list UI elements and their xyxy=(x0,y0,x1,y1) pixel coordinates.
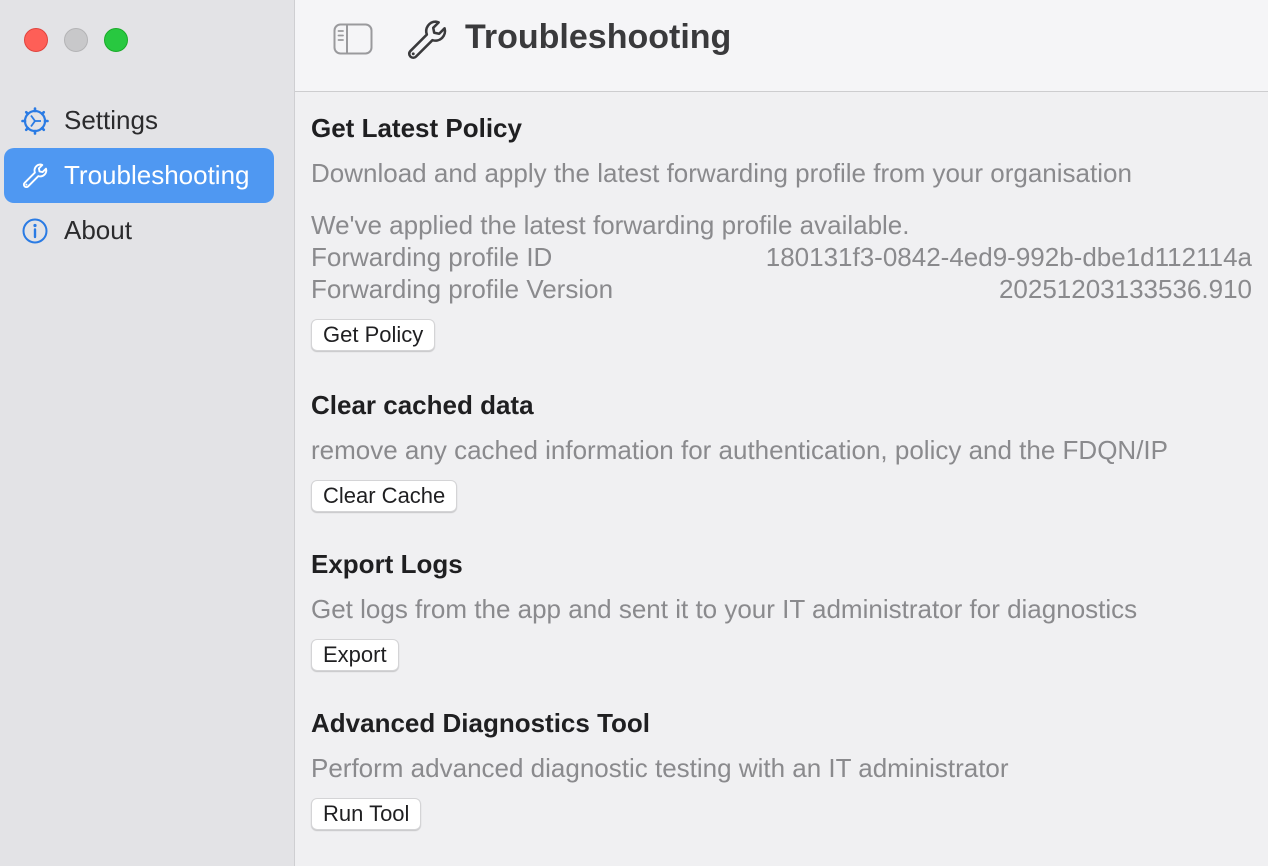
profile-version-value: 20251203133536.910 xyxy=(998,274,1252,304)
maximize-window-button[interactable] xyxy=(104,28,128,52)
wrench-icon xyxy=(403,16,451,64)
minimize-window-button[interactable] xyxy=(64,28,88,52)
main-panel: Troubleshooting Get Latest Policy Downlo… xyxy=(295,0,1268,866)
wrench-icon xyxy=(20,161,50,191)
sidebar-toggle-button[interactable] xyxy=(333,22,373,56)
section-description: Perform advanced diagnostic testing with… xyxy=(311,753,1009,783)
sidebar-item-settings[interactable]: Settings xyxy=(4,93,274,148)
window-controls xyxy=(24,28,128,52)
profile-id-row: Forwarding profile ID 180131f3-0842-4ed9… xyxy=(311,241,1252,273)
profile-id-value: 180131f3-0842-4ed9-992b-dbe1d112114a xyxy=(765,242,1252,272)
section-description: Get logs from the app and sent it to you… xyxy=(311,594,1138,624)
toolbar: Troubleshooting xyxy=(295,0,1268,92)
sidebar-item-label: Troubleshooting xyxy=(64,160,250,190)
diagnostics-section: Advanced Diagnostics Tool Perform advanc… xyxy=(311,707,1252,830)
export-logs-button[interactable]: Export xyxy=(311,639,399,671)
sidebar-toggle-icon xyxy=(333,23,373,55)
clear-cache-button[interactable]: Clear Cache xyxy=(311,480,458,512)
sidebar-item-about[interactable]: About xyxy=(4,203,274,258)
cache-section: Clear cached data remove any cached info… xyxy=(311,389,1252,512)
page-title: Troubleshooting xyxy=(465,18,732,56)
get-policy-button[interactable]: Get Policy xyxy=(311,319,436,351)
content-area: Get Latest Policy Download and apply the… xyxy=(295,92,1268,830)
sidebar-item-label: About xyxy=(64,215,132,245)
section-description: Download and apply the latest forwarding… xyxy=(311,158,1132,188)
section-title: Get Latest Policy xyxy=(311,113,522,143)
sidebar-item-troubleshooting[interactable]: Troubleshooting xyxy=(4,148,274,203)
section-title: Export Logs xyxy=(311,549,463,579)
sidebar-nav: Settings Troubleshooting About xyxy=(4,93,274,258)
logs-section: Export Logs Get logs from the app and se… xyxy=(311,548,1252,671)
policy-info: We've applied the latest forwarding prof… xyxy=(311,209,1252,305)
profile-version-row: Forwarding profile Version 2025120313353… xyxy=(311,273,1252,305)
policy-section: Get Latest Policy Download and apply the… xyxy=(311,112,1252,351)
profile-id-label: Forwarding profile ID xyxy=(311,242,553,272)
profile-version-label: Forwarding profile Version xyxy=(311,274,614,304)
close-window-button[interactable] xyxy=(24,28,48,52)
section-title: Advanced Diagnostics Tool xyxy=(311,708,651,738)
run-tool-button[interactable]: Run Tool xyxy=(311,798,422,830)
section-description: remove any cached information for authen… xyxy=(311,435,1168,465)
section-title: Clear cached data xyxy=(311,390,534,420)
app-window: Settings Troubleshooting About Troublesh… xyxy=(0,0,1268,866)
gear-icon xyxy=(20,106,50,136)
info-icon xyxy=(20,216,50,246)
sidebar: Settings Troubleshooting About xyxy=(0,0,295,866)
sidebar-item-label: Settings xyxy=(64,105,158,135)
policy-status-text: We've applied the latest forwarding prof… xyxy=(311,210,910,240)
